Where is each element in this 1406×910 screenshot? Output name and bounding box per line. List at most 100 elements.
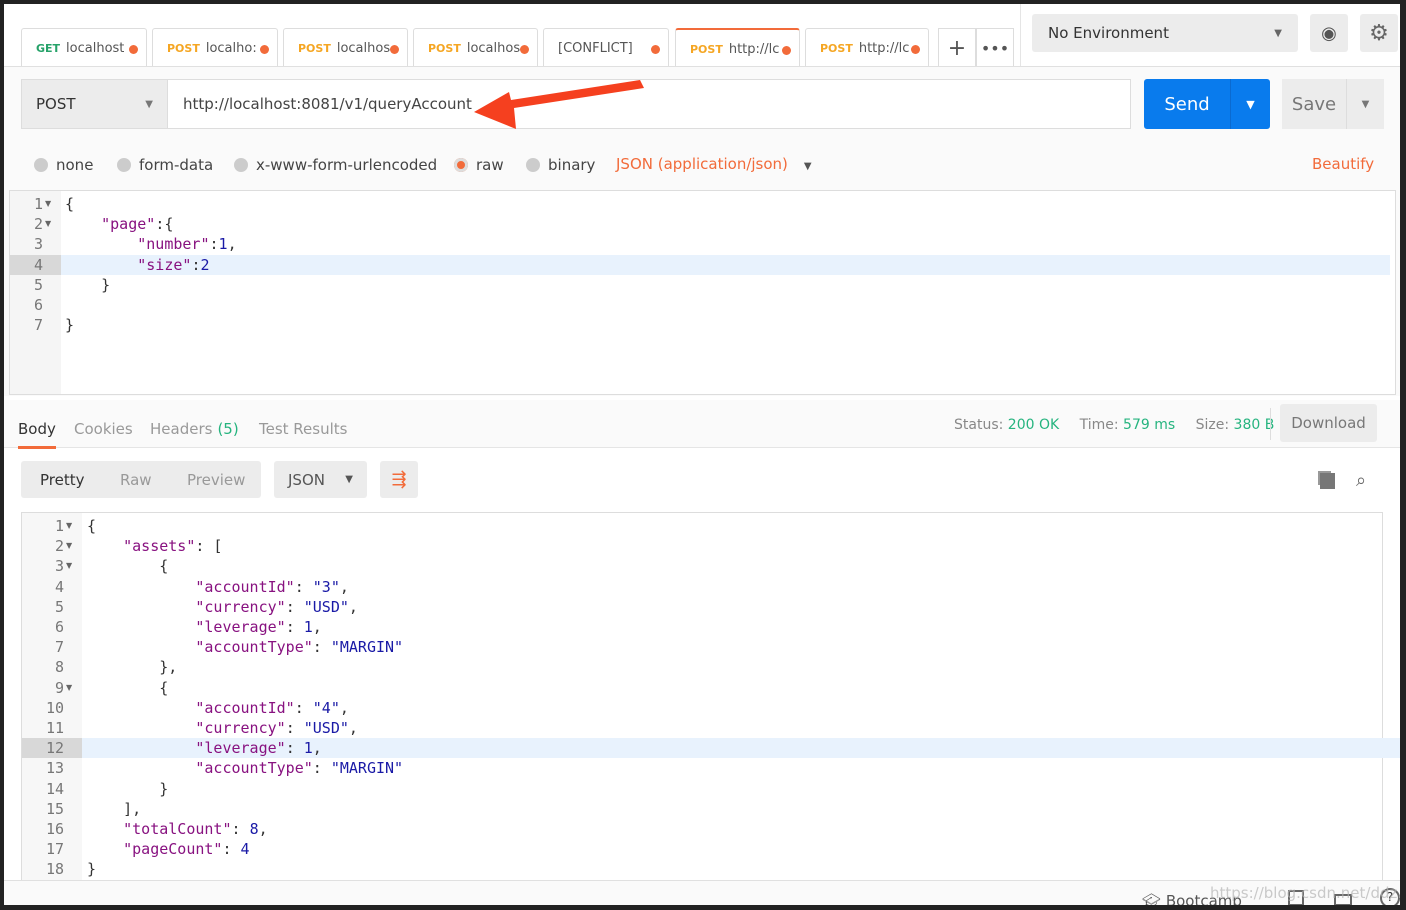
code-line: "assets": [ <box>123 537 223 556</box>
line-number: 4 <box>54 577 64 596</box>
line-number: 13 <box>45 759 64 778</box>
send-options-button[interactable]: ▼ <box>1230 79 1270 129</box>
response-tab-headers[interactable]: Headers (5) <box>150 420 239 438</box>
line-number: 5 <box>54 597 64 616</box>
url-input[interactable]: http://localhost:8081/v1/queryAccount <box>167 79 1131 129</box>
content-type-label: JSON (application/json) <box>616 155 788 173</box>
method-select[interactable]: POST ▼ <box>21 79 168 129</box>
tab-method: GET <box>36 42 61 55</box>
code-line: "leverage": 1, <box>195 739 322 758</box>
unsaved-dot-icon <box>129 45 138 54</box>
code-line: } <box>65 275 111 294</box>
divider <box>1270 408 1271 440</box>
request-body-editor[interactable]: 1 ▼ {2 ▼ "page":{3 "number":1, 4 "size":2 5 }… <box>9 190 1396 395</box>
new-tab-button[interactable]: + <box>938 28 976 68</box>
line-number: 9 <box>54 678 64 697</box>
line-number: 2 <box>33 215 43 234</box>
line-number: 7 <box>54 638 64 657</box>
radio-label: binary <box>548 156 596 174</box>
settings-button[interactable]: ⚙ <box>1360 14 1398 52</box>
body-type-radio-none[interactable]: none <box>34 156 93 174</box>
copy-button[interactable] <box>1316 470 1338 492</box>
save-options-button[interactable]: ▼ <box>1346 79 1384 129</box>
response-body-editor[interactable]: 1 ▼{2 ▼ "assets": [3 ▼ {4 "accountId": "3",… <box>21 512 1400 892</box>
tab-label: Cookies <box>74 420 133 438</box>
line-number: 7 <box>33 316 43 335</box>
line-number: 1 <box>33 195 43 213</box>
line-number: 15 <box>45 799 64 818</box>
response-tab-body[interactable]: Body <box>18 420 56 449</box>
tab-label: Body <box>18 420 56 438</box>
watermark: https://blog.csdn.net/ddz... <box>1210 884 1400 902</box>
code-line: ], <box>87 799 142 818</box>
beautify-link[interactable]: Beautify <box>1312 155 1374 173</box>
code-line: "currency": "USD", <box>195 597 358 616</box>
code-line: }, <box>87 658 178 677</box>
radio-icon <box>117 158 131 172</box>
line-number: 4 <box>33 255 43 274</box>
status-value: 200 OK <box>1007 417 1060 433</box>
body-type-radio-x-www-form-urlencoded[interactable]: x-www-form-urlencoded <box>234 156 437 174</box>
unsaved-dot-icon <box>911 45 920 54</box>
save-button[interactable]: Save <box>1282 79 1346 129</box>
tab-method: POST <box>428 42 461 55</box>
send-label: Send <box>1164 93 1210 115</box>
request-tab[interactable]: POST localhos <box>413 28 538 68</box>
size-label: Size: <box>1195 417 1230 433</box>
line-number: 8 <box>54 658 64 677</box>
line-number: 16 <box>45 820 64 838</box>
request-tab[interactable]: GET localhost <box>21 28 147 68</box>
fold-arrow-icon[interactable]: ▼ <box>45 194 51 214</box>
fold-arrow-icon[interactable]: ▼ <box>66 678 72 698</box>
wrap-lines-button[interactable]: ⇶ <box>380 461 418 498</box>
download-button[interactable]: Download <box>1280 404 1377 442</box>
format-select[interactable]: JSON ▼ <box>274 461 367 498</box>
method-label: POST <box>36 95 76 113</box>
chevron-down-icon: ▼ <box>803 161 812 172</box>
line-number: 12 <box>45 739 64 758</box>
time-label: Time: <box>1079 417 1119 433</box>
search-button[interactable]: ⌕ <box>1349 468 1373 492</box>
radio-label: x-www-form-urlencoded <box>256 156 438 174</box>
fold-arrow-icon[interactable]: ▼ <box>66 516 72 536</box>
line-number: 6 <box>54 618 64 636</box>
line-number: 2 <box>54 537 64 556</box>
body-type-radio-binary[interactable]: binary <box>526 156 595 174</box>
line-number: 17 <box>45 840 64 859</box>
fold-arrow-icon[interactable]: ▼ <box>45 214 51 234</box>
tab-label: localhos <box>336 41 391 56</box>
request-tab[interactable]: [CONFLICT] PC <box>543 28 669 68</box>
fold-arrow-icon[interactable]: ▼ <box>66 556 72 576</box>
more-tabs-button[interactable]: ••• <box>976 28 1014 68</box>
content-type-select[interactable]: JSON (application/json) ▼ <box>616 155 812 173</box>
view-mode-pretty[interactable]: Pretty <box>40 471 85 489</box>
tab-method: POST <box>298 42 331 55</box>
send-button[interactable]: Send <box>1144 79 1230 129</box>
tab-method: POST <box>690 42 723 56</box>
view-mode-preview[interactable]: Preview <box>187 471 245 489</box>
request-tab[interactable]: POST http://lc <box>675 28 800 68</box>
code-line: "totalCount": 8, <box>123 820 268 838</box>
search-icon: ⌕ <box>1355 469 1367 491</box>
radio-label: none <box>56 156 94 174</box>
unsaved-dot-icon <box>390 45 399 54</box>
code-line: { <box>87 557 169 576</box>
fold-arrow-icon[interactable]: ▼ <box>66 536 72 556</box>
line-number: 6 <box>33 296 43 314</box>
line-number: 18 <box>45 860 64 879</box>
line-number: 3 <box>54 557 64 576</box>
environment-select[interactable]: No Environment ▼ <box>1032 14 1298 52</box>
format-label: JSON <box>288 470 325 489</box>
body-type-radio-form-data[interactable]: form-data <box>117 156 213 174</box>
response-tab-cookies[interactable]: Cookies <box>74 420 133 438</box>
environment-quick-look-button[interactable]: ◉ <box>1310 14 1348 52</box>
eye-icon: ◉ <box>1321 22 1337 44</box>
view-mode-raw[interactable]: Raw <box>120 471 152 489</box>
request-tab[interactable]: POST localhos <box>283 28 408 68</box>
response-tab-test-results[interactable]: Test Results <box>259 420 347 438</box>
tab-label: Headers <box>150 420 213 438</box>
request-tab[interactable]: POST http://lc <box>805 28 929 68</box>
chevron-down-icon: ▼ <box>1274 27 1282 39</box>
body-type-radio-raw[interactable]: raw <box>454 156 504 174</box>
request-tab[interactable]: POST localho: <box>152 28 278 68</box>
